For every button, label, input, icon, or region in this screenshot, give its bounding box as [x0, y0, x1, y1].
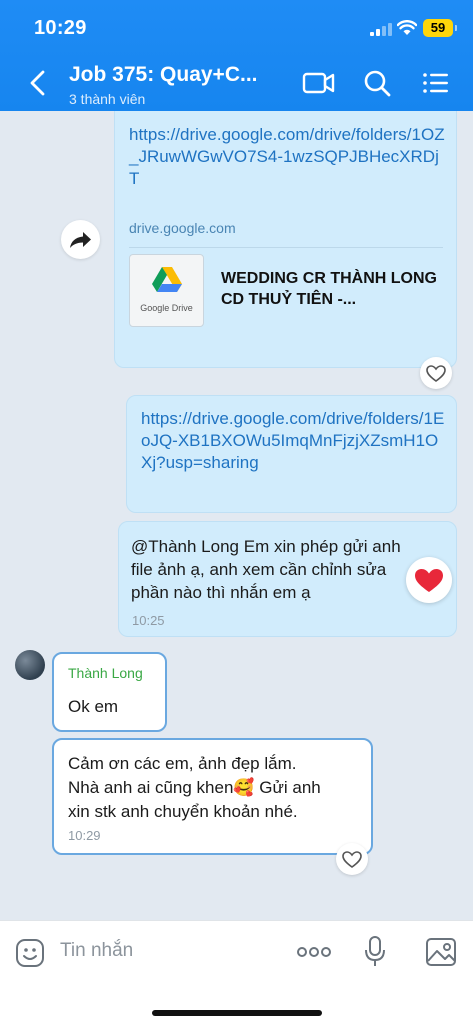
- heart-reaction-button[interactable]: [406, 557, 452, 603]
- message-list[interactable]: https://drive.google.com/drive/folders/1…: [0, 111, 473, 920]
- message-input-bar: Tin nhắn: [0, 920, 473, 1024]
- drive-link-1[interactable]: https://drive.google.com/drive/folders/1…: [129, 124, 449, 190]
- chat-title[interactable]: Job 375: Quay+C...: [69, 63, 258, 87]
- sender-name[interactable]: Thành Long: [68, 665, 143, 681]
- react-button[interactable]: [336, 843, 368, 875]
- message-text: @Thành Long Em xin phép gửi anh file ảnh…: [131, 537, 401, 602]
- message-input[interactable]: Tin nhắn: [60, 940, 133, 962]
- home-indicator: [152, 1010, 322, 1016]
- menu-list-icon[interactable]: [419, 68, 453, 98]
- drive-link-message[interactable]: https://drive.google.com/drive/folders/1…: [114, 111, 457, 368]
- microphone-icon[interactable]: [362, 935, 388, 969]
- drive-link-message-2[interactable]: https://drive.google.com/drive/folders/1…: [126, 395, 457, 513]
- received-message[interactable]: Cảm ơn các em, ảnh đẹp lắm. Nhà anh ai c…: [52, 738, 373, 855]
- heart-filled-icon: [415, 569, 443, 592]
- google-drive-logo-icon: [152, 267, 182, 292]
- link-domain: drive.google.com: [129, 220, 236, 236]
- forward-arrow-icon: [70, 232, 91, 248]
- image-gallery-icon[interactable]: [424, 936, 458, 968]
- link-preview-thumbnail[interactable]: Google Drive: [129, 254, 204, 327]
- search-icon[interactable]: [361, 68, 395, 98]
- status-time: 10:29: [34, 17, 87, 39]
- thumbnail-label: Google Drive: [140, 303, 193, 313]
- member-count[interactable]: 3 thành viên: [69, 91, 145, 107]
- forward-button[interactable]: [61, 220, 100, 259]
- message-text: Ok em: [68, 697, 119, 716]
- cellular-signal-icon: [370, 23, 392, 36]
- more-options-icon[interactable]: [296, 941, 332, 963]
- drive-link-2[interactable]: https://drive.google.com/drive/folders/1…: [141, 408, 446, 474]
- status-bar: 10:29 59: [0, 0, 473, 56]
- sticker-icon[interactable]: [14, 937, 46, 969]
- nav-bar: Job 375: Quay+C... 3 thành viên: [0, 56, 473, 111]
- chat-header: 10:29 59 Job 375: Quay+C... 3 thành viên: [0, 0, 473, 111]
- heart-outline-icon: [342, 851, 362, 868]
- message-time: 10:29: [68, 828, 101, 843]
- divider: [129, 247, 443, 248]
- message-text: Cảm ơn các em, ảnh đẹp lắm. Nhà anh ai c…: [68, 754, 321, 821]
- wifi-icon: [397, 20, 417, 35]
- heart-outline-icon: [426, 365, 446, 382]
- video-call-icon[interactable]: [302, 68, 336, 98]
- received-message[interactable]: Thành Long Ok em: [52, 652, 167, 732]
- battery-indicator: 59: [423, 19, 457, 37]
- react-button[interactable]: [420, 357, 452, 389]
- avatar[interactable]: [15, 650, 45, 680]
- link-preview-title[interactable]: WEDDING CR THÀNH LONG CD THUỶ TIÊN -...: [221, 268, 449, 310]
- message-time: 10:25: [132, 613, 165, 628]
- back-arrow-icon[interactable]: [24, 66, 52, 100]
